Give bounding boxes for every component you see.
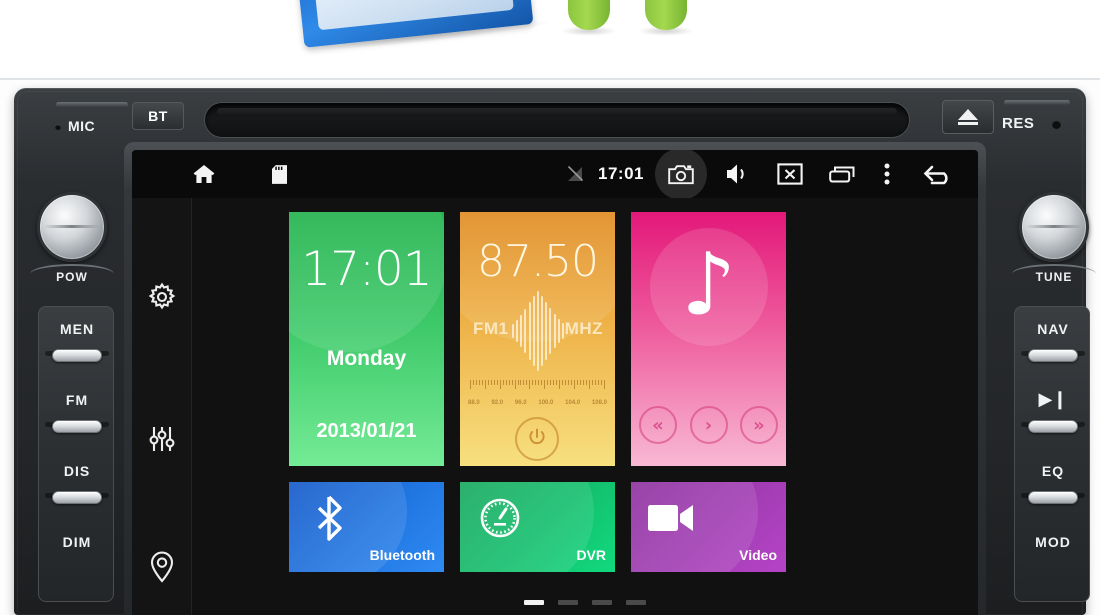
- status-time: 17:01: [598, 164, 644, 183]
- bluetooth-icon: [305, 492, 353, 544]
- radio-frequency: 87.50: [477, 236, 599, 287]
- tile-music[interactable]: ♪ « › »: [631, 212, 786, 466]
- gear-icon: [147, 282, 177, 317]
- tile-dvr[interactable]: DVR: [460, 482, 615, 572]
- rocker-3[interactable]: [52, 491, 102, 504]
- radio-scale-label: 92.0: [491, 400, 504, 406]
- tune-knob[interactable]: [1019, 192, 1089, 262]
- radio-scale-label: 96.0: [514, 400, 527, 406]
- button-nav[interactable]: NAV: [1015, 321, 1091, 337]
- res-label: RES: [1002, 115, 1035, 132]
- volume-icon[interactable]: [717, 150, 757, 198]
- sidebar-item-settings[interactable]: [132, 276, 192, 322]
- page-dot-3[interactable]: [592, 599, 612, 605]
- bluetooth-label: Bluetooth: [369, 547, 435, 563]
- page-dot-1[interactable]: [524, 599, 544, 605]
- recent-apps-icon[interactable]: [821, 150, 863, 198]
- tile-clock[interactable]: 17:01 Monday 2013/01/21: [289, 212, 444, 466]
- radio-scale-label: 108.0: [591, 400, 607, 406]
- bt-button[interactable]: BT: [132, 102, 184, 130]
- tune-knob-label: TUNE: [1035, 270, 1073, 284]
- sd-card-icon[interactable]: [262, 150, 296, 198]
- clock-date: 2013/01/21: [316, 420, 417, 442]
- screen-off-icon[interactable]: [769, 150, 811, 198]
- rocker-2[interactable]: [52, 420, 102, 433]
- rocker-1[interactable]: [52, 349, 102, 362]
- location-pin-icon: [148, 551, 176, 588]
- mic-label: MIC: [68, 118, 96, 134]
- radio-scale-labels: 88.0 92.0 96.0 100.0 104.0 108.0: [468, 400, 607, 406]
- rocker-5[interactable]: [1028, 420, 1078, 433]
- button-dim[interactable]: DIM: [39, 534, 115, 550]
- rocker-4[interactable]: [1028, 349, 1078, 362]
- radio-tuning-scale: [470, 380, 605, 396]
- eject-button[interactable]: [942, 100, 994, 134]
- button-men[interactable]: MEN: [39, 321, 115, 337]
- android-status-bar: 17:01: [132, 150, 978, 200]
- left-sidebar: [132, 198, 192, 615]
- power-knob-label: POW: [56, 270, 88, 284]
- back-icon[interactable]: [915, 150, 961, 198]
- power-volume-knob[interactable]: [37, 192, 107, 262]
- music-play-button[interactable]: ›: [689, 406, 728, 444]
- package-window: [313, 0, 514, 31]
- dvr-label: DVR: [576, 547, 606, 563]
- radio-unit: MHZ: [564, 319, 603, 338]
- button-play-pause[interactable]: ▶❙: [1015, 390, 1091, 408]
- button-eq[interactable]: EQ: [1015, 463, 1091, 479]
- music-prev-button[interactable]: «: [639, 406, 677, 444]
- clock-weekday: Monday: [326, 347, 407, 370]
- radio-scale-label: 88.0: [468, 400, 480, 406]
- radio-power-button[interactable]: [515, 417, 559, 461]
- camera-icon[interactable]: [655, 150, 707, 198]
- photo-divider: [0, 78, 1100, 80]
- overflow-menu-icon[interactable]: [873, 150, 901, 198]
- tile-radio[interactable]: 87.50 FM1 MHZ 88.0 92.0 96.0 100.0 104.0 108.…: [460, 212, 615, 466]
- music-transport-controls: « › »: [639, 406, 778, 444]
- music-note-icon: ♪: [681, 235, 736, 335]
- sidebar-item-equalizer[interactable]: [132, 418, 192, 464]
- radio-scale-label: 104.0: [565, 400, 581, 406]
- disc-slot-gleam: [217, 108, 897, 116]
- touchscreen[interactable]: 17:01 17:01 Monday 2013/01/21 87.50 FM1 …: [132, 150, 978, 615]
- video-camera-icon: [647, 492, 695, 544]
- button-mod[interactable]: MOD: [1015, 534, 1091, 550]
- speedometer-icon: [476, 492, 524, 544]
- music-next-button[interactable]: »: [740, 406, 778, 444]
- mic-hole: [55, 124, 61, 130]
- sidebar-item-navigation[interactable]: [132, 546, 192, 592]
- screenshot-root: MIC BT RES POW TUNE MEN FM DIS DIM NAV ▶…: [0, 0, 1100, 615]
- home-tile-grid: 17:01 Monday 2013/01/21 87.50 FM1 MHZ 88…: [192, 198, 978, 615]
- mic-slot: [56, 102, 128, 107]
- page-dot-2[interactable]: [558, 599, 578, 605]
- reset-slot: [1004, 100, 1070, 105]
- tile-bluetooth[interactable]: Bluetooth: [289, 482, 444, 572]
- page-indicator[interactable]: [192, 597, 978, 607]
- radio-scale-label: 100.0: [538, 400, 554, 406]
- radio-waveform: [512, 290, 564, 372]
- equalizer-icon: [147, 424, 177, 459]
- signal-off-icon: [562, 150, 588, 198]
- right-button-bank: NAV ▶❙ EQ MOD: [1014, 306, 1090, 602]
- video-label: Video: [739, 547, 777, 563]
- tile-video[interactable]: Video: [631, 482, 786, 572]
- screen-bezel: 17:01 17:01 Monday 2013/01/21 87.50 FM1 …: [124, 142, 986, 615]
- page-dot-4[interactable]: [626, 599, 646, 605]
- disc-slot[interactable]: [204, 102, 910, 138]
- reset-pinhole[interactable]: [1052, 120, 1061, 129]
- product-photo-strip: [0, 0, 1100, 80]
- rocker-6[interactable]: [1028, 491, 1078, 504]
- clock-time: 17:01: [301, 242, 432, 297]
- power-icon: [527, 427, 547, 452]
- left-button-bank: MEN FM DIS DIM: [38, 306, 114, 602]
- eject-icon: [958, 109, 978, 125]
- bt-button-label: BT: [148, 108, 168, 124]
- car-head-unit: MIC BT RES POW TUNE MEN FM DIS DIM NAV ▶…: [14, 88, 1096, 615]
- home-icon[interactable]: [184, 150, 224, 198]
- button-fm[interactable]: FM: [39, 392, 115, 408]
- radio-band: FM1: [473, 319, 509, 338]
- button-dis[interactable]: DIS: [39, 463, 115, 479]
